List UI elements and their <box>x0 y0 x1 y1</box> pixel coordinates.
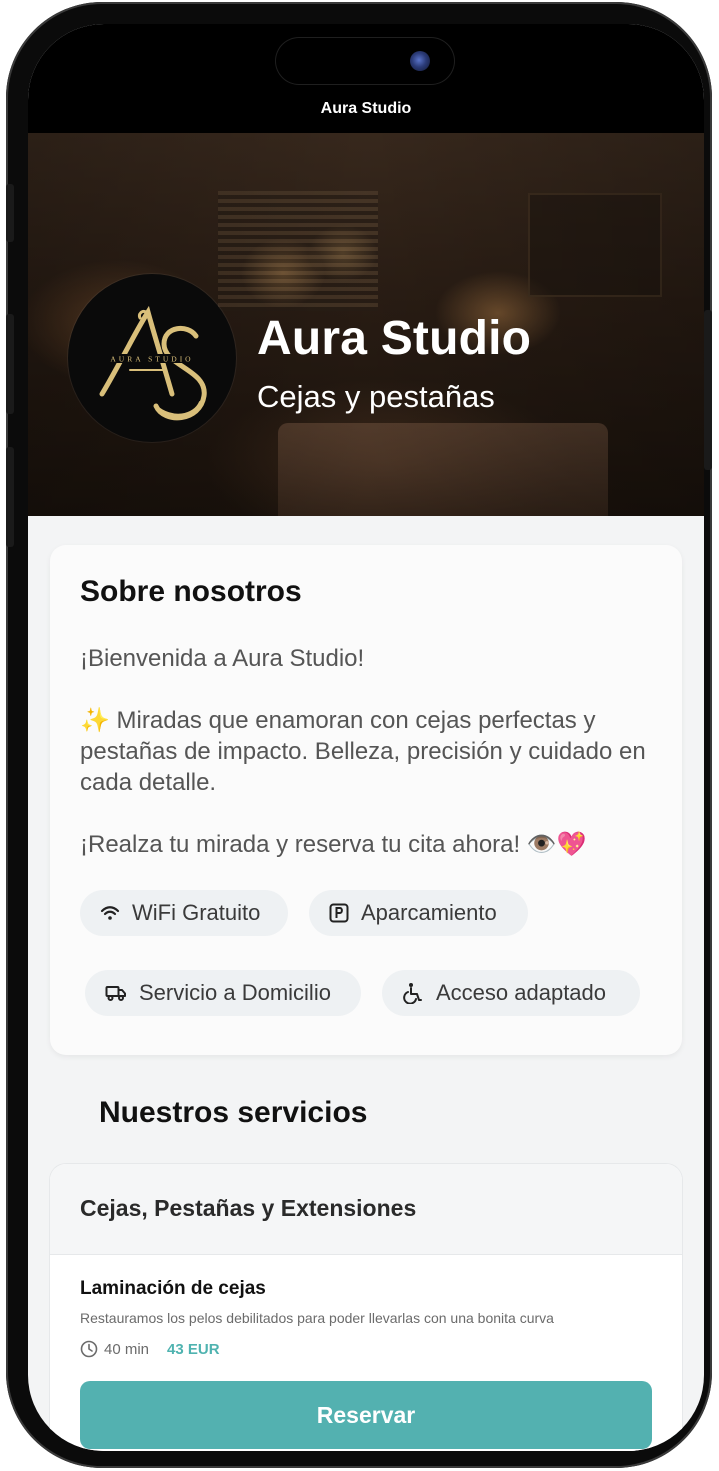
reserve-button[interactable]: Reservar <box>80 1381 652 1449</box>
amenity-chip-parking: Aparcamiento <box>309 890 528 936</box>
screen: Aura Studio AURA STUDIO Aura Studio Ceja… <box>28 24 704 1451</box>
dynamic-island <box>276 38 454 84</box>
services-category-card: Cejas, Pestañas y Extensiones Laminación… <box>50 1164 682 1451</box>
about-card: Sobre nosotros ¡Bienvenida a Aura Studio… <box>50 545 682 1055</box>
amenity-chip-home-service: Servicio a Domicilio <box>85 970 361 1016</box>
action-button <box>6 184 14 242</box>
services-category-header[interactable]: Cejas, Pestañas y Extensiones <box>50 1164 682 1255</box>
power-button <box>704 310 712 470</box>
business-logo: AURA STUDIO <box>68 274 236 442</box>
services-title: Nuestros servicios <box>99 1096 368 1129</box>
status-bar: Aura Studio <box>28 24 704 133</box>
app-title: Aura Studio <box>320 100 412 117</box>
about-description: ¡Bienvenida a Aura Studio! ✨ Miradas que… <box>80 645 646 858</box>
wheelchair-icon <box>403 983 422 1004</box>
amenity-label: Servicio a Domicilio <box>139 980 331 1005</box>
business-name: Aura Studio <box>257 312 532 365</box>
clock-icon <box>80 1340 98 1358</box>
service-price: 43 EUR <box>167 1340 220 1358</box>
service-name: Laminación de cejas <box>80 1278 266 1299</box>
as-monogram-icon: AURA STUDIO <box>98 305 207 421</box>
service-meta: 40 min 43 EUR <box>80 1340 220 1358</box>
wifi-icon <box>100 906 120 920</box>
logo-text: AURA STUDIO <box>110 355 193 364</box>
hero-banner: AURA STUDIO Aura Studio Cejas y pestañas <box>28 133 704 516</box>
services-category-name: Cejas, Pestañas y Extensiones <box>80 1195 417 1221</box>
business-subtitle: Cejas y pestañas <box>257 379 495 414</box>
about-title: Sobre nosotros <box>80 575 302 608</box>
amenity-chip-wifi: WiFi Gratuito <box>80 890 288 936</box>
service-duration: 40 min <box>104 1340 150 1358</box>
parking-icon <box>329 903 349 923</box>
amenity-label: Acceso adaptado <box>436 980 607 1005</box>
phone-frame: Aura Studio AURA STUDIO Aura Studio Ceja… <box>6 2 712 1468</box>
camera-icon <box>410 51 430 71</box>
truck-icon <box>105 986 126 1001</box>
amenity-label: Aparcamiento <box>361 900 497 925</box>
service-description: Restauramos los pelos debilitados para p… <box>80 1310 554 1326</box>
amenity-chip-accessibility: Acceso adaptado <box>382 970 640 1016</box>
volume-down-button <box>6 447 14 547</box>
amenity-label: WiFi Gratuito <box>132 900 261 925</box>
volume-up-button <box>6 314 14 414</box>
